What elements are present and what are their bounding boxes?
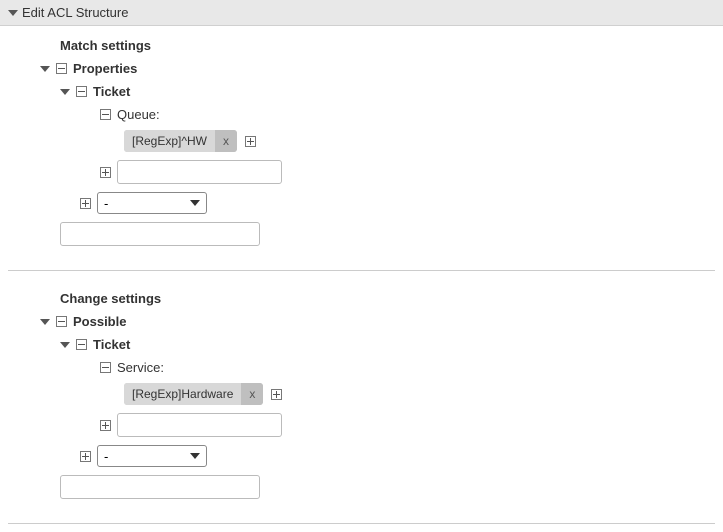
match-settings-section: Match settings Properties Ticket Queue: … [0,26,723,262]
service-add-input[interactable] [117,413,282,437]
queue-node[interactable]: Queue: [100,107,723,122]
ticket-label: Ticket [93,84,130,99]
service-add-row [100,413,723,437]
collapse-icon[interactable] [56,316,67,327]
service-tag: [RegExp]Hardware x [124,383,263,405]
ticket-add-select-change[interactable]: - [97,445,207,467]
service-label: Service: [117,360,164,375]
collapse-icon[interactable] [56,63,67,74]
ticket-node-change[interactable]: Ticket [60,337,723,352]
panel-header[interactable]: Edit ACL Structure [0,0,723,26]
tag-remove-button[interactable]: x [241,383,263,405]
caret-down-icon [40,319,50,325]
section-divider [8,270,715,271]
add-icon[interactable] [100,167,111,178]
panel-title: Edit ACL Structure [22,5,128,20]
properties-node[interactable]: Properties [40,61,723,76]
queue-tag-row: [RegExp]^HW x [124,130,723,152]
queue-label: Queue: [117,107,160,122]
collapse-icon[interactable] [76,339,87,350]
add-tag-button[interactable] [271,389,282,400]
service-node[interactable]: Service: [100,360,723,375]
ticket-label-change: Ticket [93,337,130,352]
caret-down-icon [40,66,50,72]
ticket-node[interactable]: Ticket [60,84,723,99]
change-settings-title: Change settings [60,291,723,306]
change-settings-section: Change settings Possible Ticket Service:… [0,279,723,515]
queue-add-input[interactable] [117,160,282,184]
queue-add-row [100,160,723,184]
match-settings-title: Match settings [60,38,723,53]
ticket-add-row-change: - [80,445,723,467]
service-tag-row: [RegExp]Hardware x [124,383,723,405]
tag-remove-button[interactable]: x [215,130,237,152]
collapse-icon[interactable] [76,86,87,97]
possible-add-input[interactable] [60,475,260,499]
queue-tag-text: [RegExp]^HW [124,130,215,152]
caret-down-icon [8,10,18,16]
caret-down-icon [60,89,70,95]
service-tag-text: [RegExp]Hardware [124,383,241,405]
caret-down-icon [60,342,70,348]
possible-add-row [60,475,723,499]
add-icon[interactable] [80,198,91,209]
properties-add-input[interactable] [60,222,260,246]
collapse-icon[interactable] [100,109,111,120]
properties-label: Properties [73,61,137,76]
section-divider-bottom [8,523,715,524]
properties-add-row [60,222,723,246]
possible-label: Possible [73,314,126,329]
possible-node[interactable]: Possible [40,314,723,329]
queue-tag: [RegExp]^HW x [124,130,237,152]
add-icon[interactable] [80,451,91,462]
add-tag-button[interactable] [245,136,256,147]
collapse-icon[interactable] [100,362,111,373]
ticket-add-row: - [80,192,723,214]
add-icon[interactable] [100,420,111,431]
ticket-add-select[interactable]: - [97,192,207,214]
